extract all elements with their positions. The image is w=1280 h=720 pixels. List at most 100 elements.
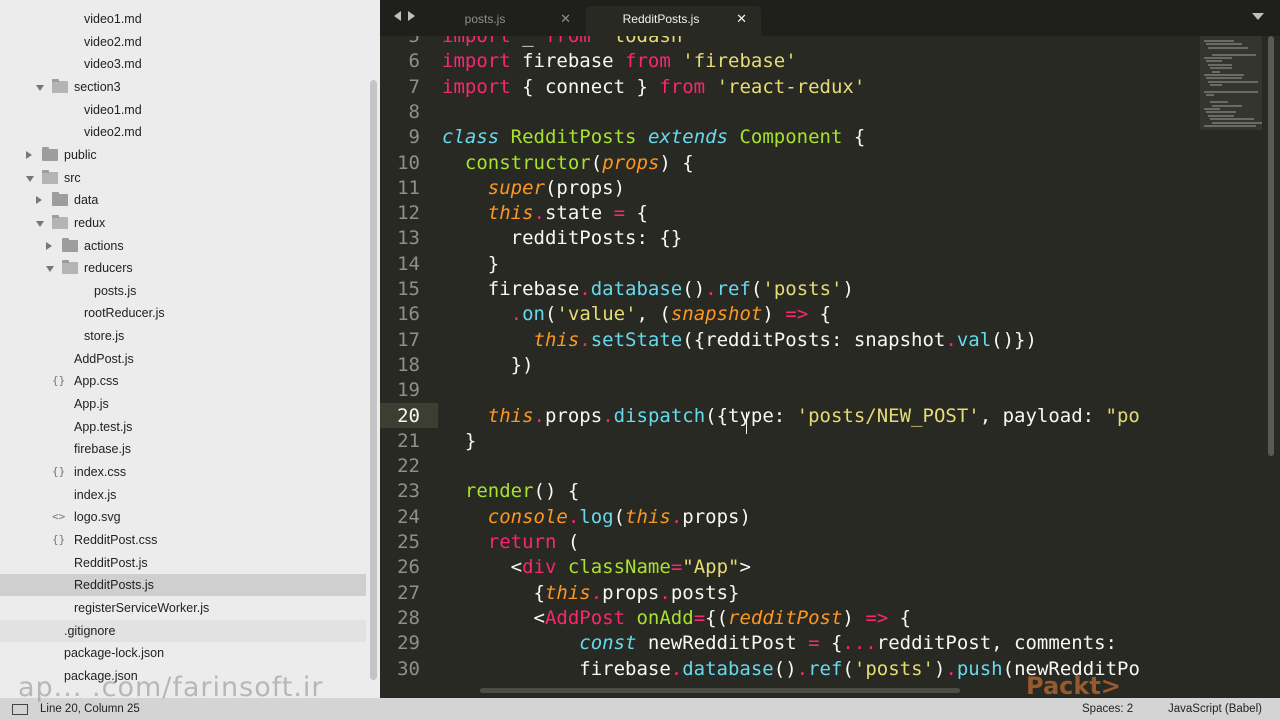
tree-file[interactable]: {} App.css xyxy=(0,370,366,392)
tree-file[interactable]: App.test.js xyxy=(0,416,366,438)
minimap-line xyxy=(1208,114,1234,117)
code-token: this xyxy=(487,404,534,427)
tree-file[interactable]: AddPost.js xyxy=(0,348,366,370)
tree-file[interactable]: index.js xyxy=(0,484,366,506)
code-token: 'posts' xyxy=(762,278,843,300)
indentation-setting[interactable]: Spaces: 2 xyxy=(1082,698,1133,720)
code-line[interactable]: render() { xyxy=(442,479,579,504)
disclosure-collapsed-icon[interactable] xyxy=(26,150,32,159)
tree-file[interactable]: video1.md xyxy=(0,99,366,121)
code-line[interactable]: super(props) xyxy=(442,176,625,201)
editor-vertical-scrollbar[interactable] xyxy=(1266,36,1276,688)
scroll-thumb[interactable] xyxy=(1268,36,1274,456)
tree-folder-actions[interactable]: actions xyxy=(0,235,366,257)
code-token: () xyxy=(773,657,797,680)
code-line[interactable]: import _ from 'lodash' xyxy=(442,36,694,49)
minimap-line xyxy=(1210,67,1232,70)
code-token: redditPost, comments: xyxy=(876,632,1129,655)
code-editor[interactable]: 5 6 7 8 9 10 11 12 13 14 15 16 17 18 19 20 21 22 23 24 25 26 2… xyxy=(380,36,1200,688)
tree-file[interactable]: posts.js xyxy=(0,280,366,302)
tab-menu-chevron-icon[interactable] xyxy=(1252,13,1264,20)
minimap[interactable] xyxy=(1200,36,1262,688)
code-line[interactable]: import { connect } from 'react-redux' xyxy=(442,75,865,100)
code-line[interactable]: } xyxy=(442,252,499,277)
folder-icon xyxy=(52,78,68,93)
tree-folder-redux[interactable]: redux xyxy=(0,212,366,234)
minimap-line xyxy=(1210,101,1228,104)
tree-folder-public[interactable]: public xyxy=(0,144,366,166)
text-cursor xyxy=(746,412,747,434)
code-line[interactable]: console.log(this.props) xyxy=(442,505,751,530)
tab-label: RedditPosts.js xyxy=(622,12,700,26)
folder-icon xyxy=(62,237,78,252)
tree-file[interactable]: registerServiceWorker.js xyxy=(0,597,366,619)
code-line[interactable]: this.state = { xyxy=(442,201,648,226)
code-token: "App" xyxy=(682,556,740,579)
tree-file[interactable]: {} RedditPost.css xyxy=(0,529,366,551)
disclosure-collapsed-icon[interactable] xyxy=(36,196,42,205)
code-line[interactable]: firebase.database().ref('posts') xyxy=(442,277,854,302)
code-token: return xyxy=(487,531,557,553)
code-line[interactable]: import firebase from 'firebase' xyxy=(442,49,797,74)
tree-file[interactable]: rootReducer.js xyxy=(0,302,366,324)
code-token: { xyxy=(808,303,832,326)
code-line[interactable]: this.setState({redditPosts: snapshot.val… xyxy=(442,328,1037,353)
code-line[interactable]: }) xyxy=(442,353,534,378)
back-arrow-icon[interactable] xyxy=(394,11,401,21)
syntax-selector[interactable]: JavaScript (Babel) xyxy=(1168,698,1262,720)
code-token: import xyxy=(442,36,511,47)
code-token: snapshot xyxy=(670,303,763,326)
close-icon[interactable]: ✕ xyxy=(736,6,747,32)
tree-file[interactable]: video3.md xyxy=(0,53,366,75)
tree-folder-data[interactable]: data xyxy=(0,189,366,211)
tree-file[interactable]: RedditPosts.js xyxy=(0,574,366,597)
disclosure-collapsed-icon[interactable] xyxy=(46,241,52,250)
tab-redditposts-js[interactable]: RedditPosts.js ✕ xyxy=(586,6,761,36)
tree-item-label: video1.md xyxy=(84,12,142,26)
tree-folder-src[interactable]: src xyxy=(0,167,366,189)
panel-toggle-icon[interactable] xyxy=(12,704,28,715)
code-line[interactable]: class RedditPosts extends Component { xyxy=(442,125,865,150)
line-number: 22 xyxy=(397,455,420,478)
code-line[interactable]: return ( xyxy=(442,530,580,555)
tree-file[interactable]: RedditPost.js xyxy=(0,552,366,574)
disclosure-expanded-icon[interactable] xyxy=(36,84,44,91)
tree-file[interactable]: video2.md xyxy=(0,31,366,53)
code-line[interactable]: <div className="App"> xyxy=(442,555,751,580)
tree-file[interactable]: video1.md xyxy=(0,8,366,30)
code-line[interactable]: constructor(props) { xyxy=(442,151,694,176)
code-line[interactable]: redditPosts: {} xyxy=(442,226,683,251)
close-icon[interactable]: ✕ xyxy=(560,6,571,32)
minimap-line xyxy=(1210,84,1222,87)
line-number: 15 xyxy=(397,278,420,300)
code-token: . xyxy=(796,657,809,680)
code-line[interactable]: const newRedditPost = {...redditPost, co… xyxy=(442,631,1128,656)
code-line[interactable]: this.props.dispatch({type: 'posts/NEW_PO… xyxy=(442,404,1140,429)
tree-file[interactable]: <> logo.svg xyxy=(0,506,366,528)
code-line[interactable]: } xyxy=(442,429,476,454)
tree-file[interactable]: {} index.css xyxy=(0,461,366,483)
sidebar-scrollbar[interactable] xyxy=(370,80,377,680)
code-line[interactable]: {this.props.posts} xyxy=(442,581,740,606)
tree-item-label: video2.md xyxy=(84,34,142,49)
tree-file[interactable]: .gitignore xyxy=(0,619,366,642)
code-line[interactable]: .on('value', (snapshot) => { xyxy=(442,302,831,327)
tree-file[interactable]: video2.md xyxy=(0,121,366,143)
tab-posts-js[interactable]: posts.js ✕ xyxy=(410,6,585,36)
tree-folder-section3[interactable]: section3 xyxy=(0,76,366,98)
disclosure-expanded-icon[interactable] xyxy=(46,266,54,273)
disclosure-expanded-icon[interactable] xyxy=(36,220,44,227)
tree-file[interactable]: firebase.js xyxy=(0,438,366,460)
minimap-line xyxy=(1204,108,1220,110)
code-token: . xyxy=(945,657,957,680)
editor-horizontal-scrollbar[interactable] xyxy=(480,688,960,693)
disclosure-expanded-icon[interactable] xyxy=(26,175,34,182)
tree-file[interactable]: App.js xyxy=(0,393,366,415)
code-token: 'posts/NEW_POST' xyxy=(796,404,980,427)
tree-file[interactable]: store.js xyxy=(0,325,366,347)
tree-folder-reducers[interactable]: reducers xyxy=(0,257,366,279)
tree-file[interactable]: package-lock.json xyxy=(0,642,366,664)
code-line[interactable]: <AddPost onAdd={(redditPost) => { xyxy=(442,606,912,631)
